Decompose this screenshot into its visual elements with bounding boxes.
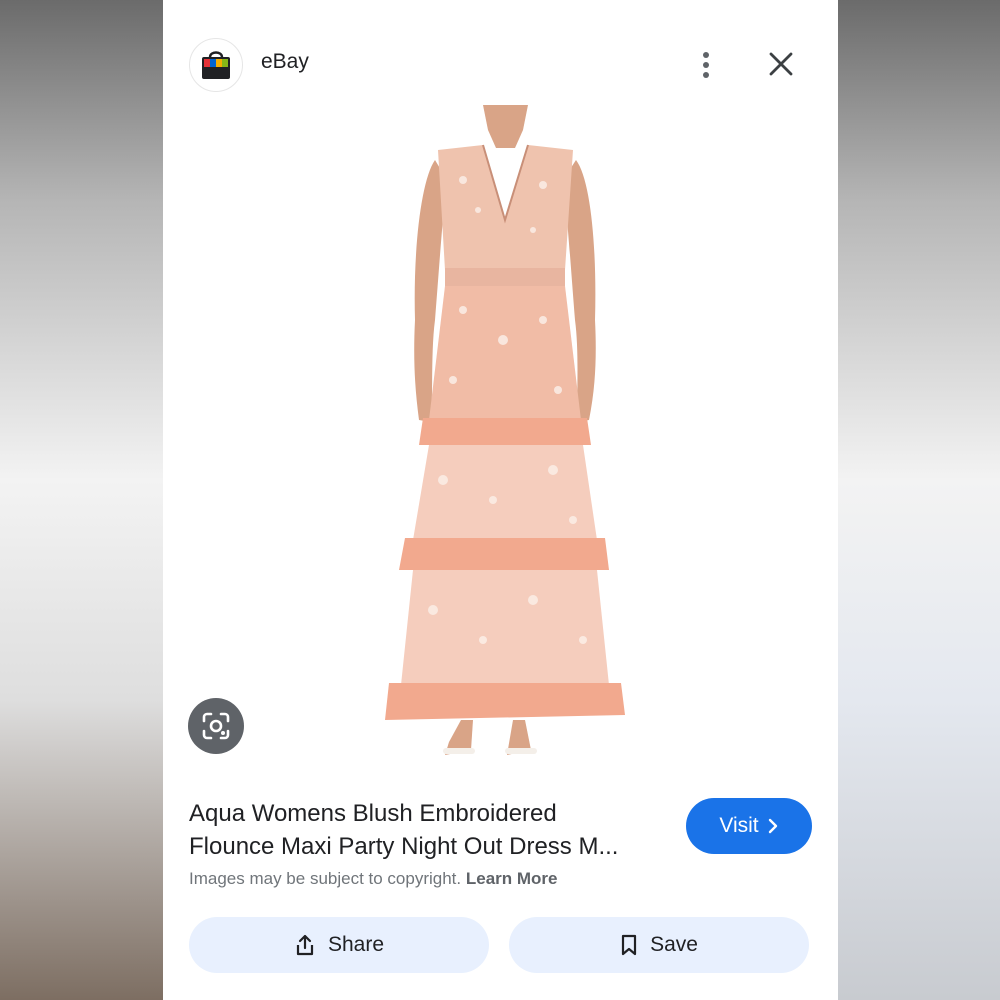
- copyright-text: Images may be subject to copyright.: [189, 869, 462, 888]
- copyright-notice: Images may be subject to copyright. Lear…: [189, 869, 558, 889]
- share-icon: [296, 934, 314, 956]
- visit-button[interactable]: Visit: [686, 798, 812, 854]
- google-lens-button[interactable]: [188, 698, 244, 754]
- site-name[interactable]: eBay: [261, 50, 309, 74]
- product-photo-icon: [385, 105, 625, 755]
- result-title-line1: Aqua Womens Blush Embroidered: [189, 800, 557, 827]
- bookmark-icon: [621, 934, 637, 956]
- google-lens-icon: [202, 712, 230, 740]
- background-left-blur: [0, 0, 163, 1000]
- result-title-line2: Flounce Maxi Party Night Out Dress M...: [189, 833, 619, 860]
- site-logo[interactable]: [189, 38, 243, 92]
- save-button[interactable]: Save: [509, 917, 809, 973]
- product-image[interactable]: [383, 100, 633, 785]
- more-vert-icon: [703, 52, 709, 78]
- learn-more-link[interactable]: Learn More: [466, 869, 558, 888]
- share-label: Share: [327, 933, 385, 956]
- image-preview-card: eBay Aqua Womens Blush Embroidered Floun…: [163, 0, 838, 1000]
- save-label: Save: [650, 933, 698, 956]
- ebay-shopping-bag-icon: [202, 51, 230, 79]
- visit-label: Visit: [719, 814, 759, 837]
- background-right-blur: [838, 0, 1000, 1000]
- close-button[interactable]: [763, 48, 799, 82]
- chevron-right-icon: [768, 818, 777, 834]
- result-title[interactable]: Aqua Womens Blush Embroidered Flounce Ma…: [189, 797, 669, 863]
- share-button[interactable]: Share: [189, 917, 489, 973]
- more-options-button[interactable]: [691, 48, 721, 82]
- close-icon: [769, 52, 793, 76]
